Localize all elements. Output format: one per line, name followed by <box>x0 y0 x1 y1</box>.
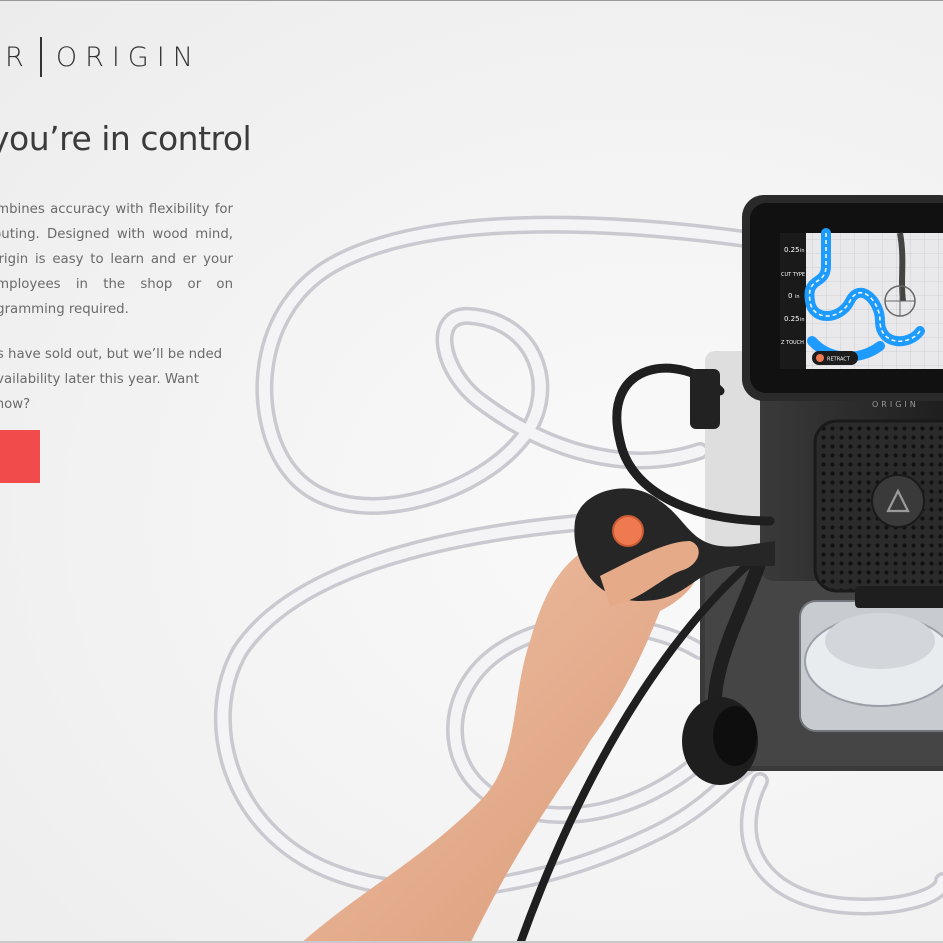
brand-left-text: ER <box>0 41 32 73</box>
screen-retract-button[interactable]: RETRACT <box>812 351 858 365</box>
cable-connector <box>690 369 720 429</box>
screen-diameter-unit: in <box>800 317 805 323</box>
screen-depth-unit: in <box>800 248 805 254</box>
hero-headline: you’re in control <box>0 119 252 158</box>
dust-shoe <box>799 600 943 732</box>
hero-paragraph-1: ombines accuracy with flexibility for ro… <box>0 202 233 318</box>
landing-page: ORIGIN 0.25 in CUT TYPE 0 in 0.25 in Z T… <box>0 0 943 943</box>
grip-button-icon[interactable] <box>612 515 644 547</box>
cta-button-label: E <box>0 450 2 464</box>
screen-offset-value: 0 <box>788 292 792 300</box>
body-brand-label: ORIGIN <box>872 400 919 409</box>
screen-z-touch-label: Z TOUCH <box>781 340 804 346</box>
brand-right-text: ORIGIN <box>55 41 201 73</box>
screen-offset-unit: in <box>795 294 800 300</box>
screen-retract-label: RETRACT <box>827 357 851 363</box>
cta-button[interactable]: E <box>0 430 40 483</box>
brand-wordmark[interactable]: ER ORIGIN <box>0 37 201 77</box>
screen-cut-type-label: CUT TYPE <box>781 272 805 278</box>
screen-diameter-value: 0.25 <box>784 315 800 323</box>
brand-divider <box>39 37 42 77</box>
screen-depth-value: 0.25 <box>784 246 800 254</box>
hero-paragraph-2: its have sold out, but we’ll be nded ava… <box>0 347 223 413</box>
vacuum-port <box>682 697 758 785</box>
device-screen: 0.25 in CUT TYPE 0 in 0.25 in Z TOUCH RE… <box>742 195 943 401</box>
